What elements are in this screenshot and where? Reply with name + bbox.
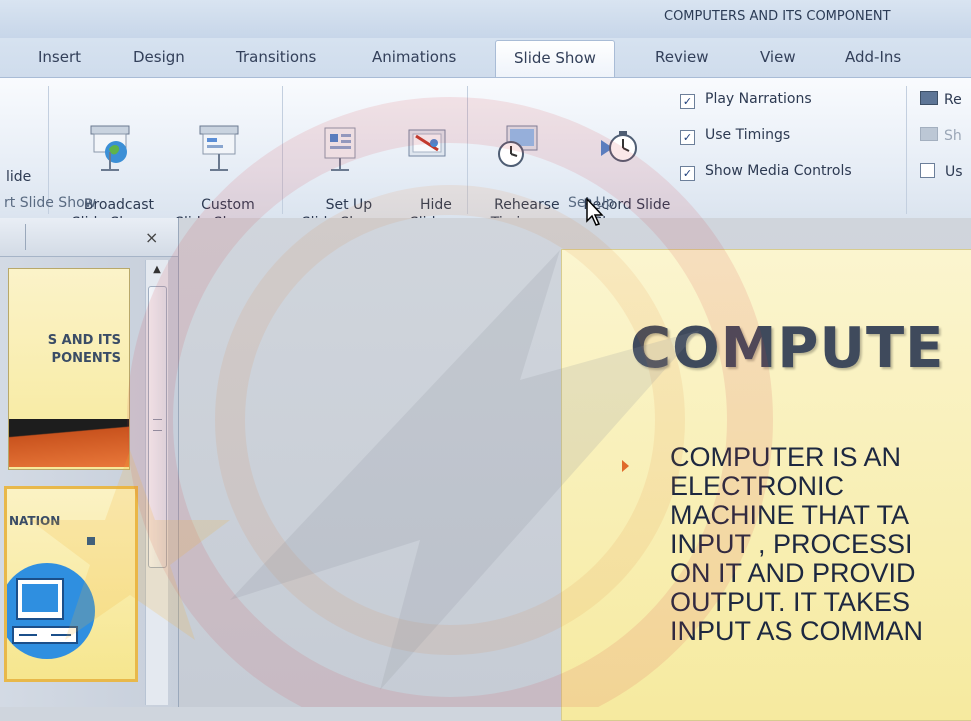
play-narrations-checkbox[interactable]: ✓ Play Narrations — [680, 91, 812, 109]
from-current-slide-button[interactable]: lide — [6, 168, 31, 186]
use-presenter-view-checkbox[interactable]: Us — [920, 163, 963, 180]
use-timings-label: Use Timings — [705, 127, 791, 143]
slide-thumbnail-1[interactable]: S AND ITS PONENTS — [8, 268, 130, 470]
mouse-pointer-icon — [586, 197, 604, 226]
slides-pane-header: × — [0, 218, 178, 257]
slide-body-text[interactable]: COMPUTER IS AN ELECTRONIC MACHINE THAT T… — [670, 443, 923, 646]
checkmark-icon: ✓ — [680, 166, 695, 181]
group-separator — [906, 86, 907, 214]
record-slide-show-icon — [601, 131, 637, 162]
tab-design[interactable]: Design — [133, 48, 185, 66]
slide-title[interactable]: COMPUTE — [630, 316, 944, 381]
computer-icon — [7, 537, 95, 659]
monitor-icon — [920, 91, 938, 105]
scrollbar-thumb[interactable] — [148, 286, 167, 568]
current-slide[interactable]: COMPUTE COMPUTER IS AN ELECTRONIC MACHIN… — [561, 249, 971, 721]
bullet-line: OUTPUT. IT TAKES — [670, 587, 911, 617]
resolution-item[interactable]: Re — [920, 91, 962, 108]
tab-review[interactable]: Review — [655, 48, 709, 66]
hide-slide-icon — [408, 129, 446, 157]
checkbox-box — [920, 163, 935, 178]
bullet-line: INPUT , PROCESSI — [670, 529, 913, 559]
tab-add-ins[interactable]: Add-Ins — [845, 48, 901, 66]
slide-thumbnail-1-band — [9, 419, 129, 467]
ribbon-tabs: Insert Design Transitions Animations Sli… — [0, 38, 971, 78]
show-on-icon — [920, 127, 938, 141]
bullet-line: COMPUTER IS AN — [670, 442, 902, 472]
slides-pane: × S AND ITS PONENTS NATION ▲ — [0, 218, 179, 707]
slide-thumbnail-2[interactable]: NATION — [4, 486, 138, 682]
tab-slide-show[interactable]: Slide Show — [495, 40, 615, 78]
window-title: COMPUTERS AND ITS COMPONENT — [664, 9, 891, 24]
group-separator — [282, 86, 283, 214]
title-bar: COMPUTERS AND ITS COMPONENT — [0, 0, 971, 38]
close-icon[interactable]: × — [145, 228, 158, 247]
checkmark-icon: ✓ — [680, 130, 695, 145]
show-media-controls-label: Show Media Controls — [705, 163, 852, 179]
tab-animations[interactable]: Animations — [372, 48, 456, 66]
bullet-line: MACHINE THAT TA — [670, 500, 910, 530]
custom-slide-show-icon — [199, 125, 239, 171]
scroll-up-arrow-icon[interactable]: ▲ — [146, 260, 168, 280]
slide-editor-area: COMPUTE COMPUTER IS AN ELECTRONIC MACHIN… — [179, 218, 971, 721]
show-media-controls-checkbox[interactable]: ✓ Show Media Controls — [680, 163, 852, 181]
setup-slide-show-icon — [324, 127, 356, 171]
rehearse-timings-icon — [498, 125, 538, 167]
pane-tab-divider — [25, 224, 26, 250]
resolution-label: Re — [944, 92, 962, 108]
ribbon: lide Broadcast Slide Show Custom Slide S… — [0, 77, 971, 231]
show-on-label: Sh — [944, 128, 962, 144]
tab-transitions[interactable]: Transitions — [236, 48, 316, 66]
slide-thumbnail-1-title: S AND ITS PONENTS — [47, 333, 121, 366]
broadcast-icon — [90, 125, 130, 171]
checkmark-icon: ✓ — [680, 94, 695, 109]
slides-pane-scrollbar[interactable]: ▲ — [145, 260, 168, 705]
slide-thumbnail-2-title: NATION — [9, 514, 61, 528]
tab-insert[interactable]: Insert — [38, 48, 81, 66]
tab-view[interactable]: View — [760, 48, 796, 66]
group-separator — [467, 86, 468, 214]
bullet-line: ELECTRONIC — [670, 471, 845, 501]
use-presenter-view-label: Us — [945, 164, 963, 180]
show-on-item[interactable]: Sh — [920, 127, 962, 144]
play-narrations-label: Play Narrations — [705, 91, 812, 107]
bullet-line: ON IT AND PROVID — [670, 558, 916, 588]
use-timings-checkbox[interactable]: ✓ Use Timings — [680, 127, 790, 145]
bullet-arrow-icon — [622, 460, 629, 472]
bullet-line: INPUT AS COMMAN — [670, 616, 924, 646]
grip-icon — [153, 419, 162, 431]
start-slide-show-group-label: rt Slide Show — [4, 195, 97, 211]
